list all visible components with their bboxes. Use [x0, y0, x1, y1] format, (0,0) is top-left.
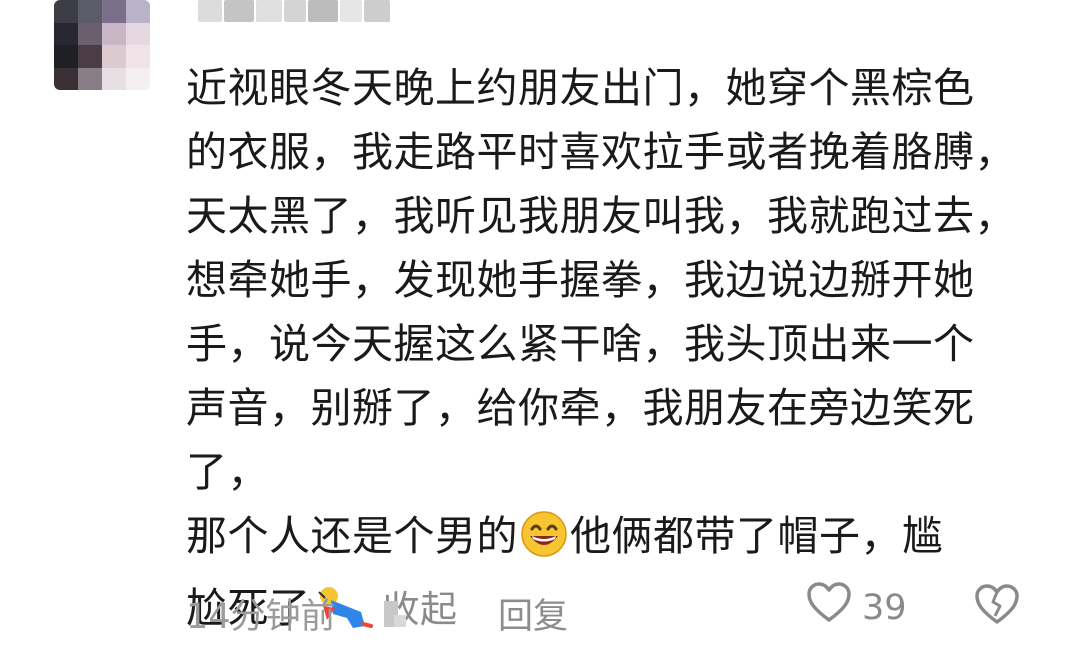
- comment-line-1: 近视眼冬天晚上约朋友出门，她穿个黑棕色: [186, 64, 975, 112]
- heart-icon: [806, 582, 852, 633]
- reply-icon: [384, 600, 406, 627]
- comment-line-2: 的衣服，我走路平时喜欢拉手或者挽着胳膊，: [186, 128, 1016, 176]
- broken-heart-icon[interactable]: [974, 584, 1020, 635]
- timestamp: 14分钟前: [186, 597, 336, 637]
- like-count: 39: [862, 587, 907, 628]
- reply-label: 回复: [498, 597, 569, 637]
- comment-body: 近视眼冬天晚上约朋友出门，她穿个黑棕色 的衣服，我走路平时喜欢拉手或者挽着胳膊，…: [186, 56, 1048, 648]
- reply-button[interactable]: 回复: [384, 588, 568, 639]
- grinning-face-emoji: [520, 510, 568, 576]
- user-avatar[interactable]: [54, 0, 150, 90]
- comment-line-3: 天太黑了，我听见我朋友叫我，我就跑过去，: [186, 192, 1016, 240]
- comment-footer: 14分钟前 回复 39: [186, 582, 1040, 638]
- comment-line-5: 手，说今天握这么紧干啥，我头顶出来一个: [186, 320, 975, 368]
- comment-line-6: 声音，别掰了，给你牵，我朋友在旁边笑死了，: [186, 384, 975, 496]
- comment-line-7-tail: 他俩都带了帽子，尴: [570, 512, 944, 560]
- like-button[interactable]: 39: [806, 582, 907, 633]
- comment-line-7: 那个人还是个男的: [186, 512, 518, 560]
- username-obscured[interactable]: [198, 0, 448, 28]
- comment-line-4: 想牵她手，发现她手握拳，我边说边掰开她: [186, 256, 975, 304]
